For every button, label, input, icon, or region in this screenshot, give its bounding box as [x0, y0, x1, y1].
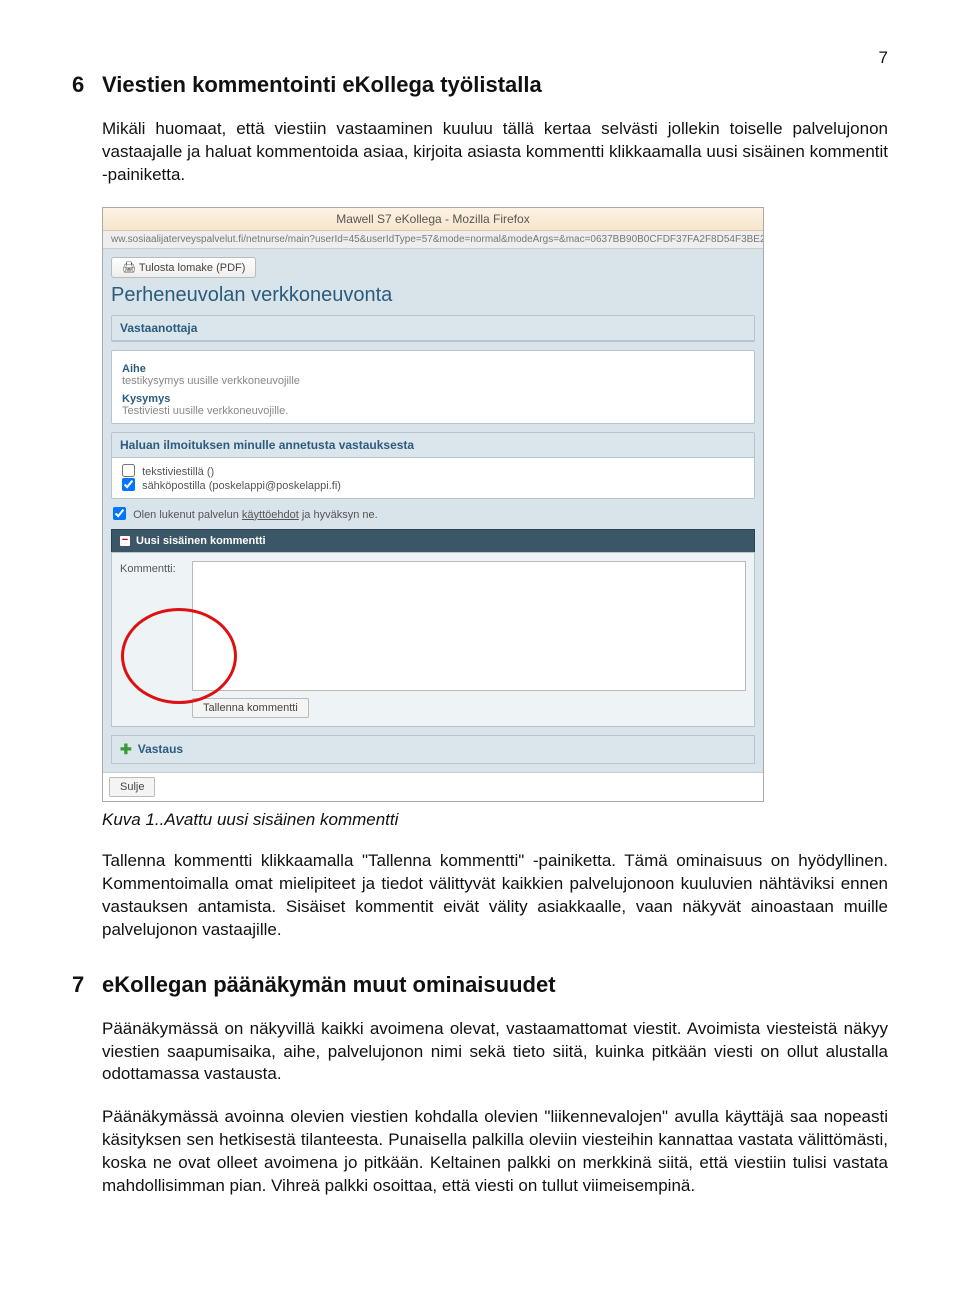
topic-label: Aihe	[122, 363, 744, 375]
section-6-paragraph-1: Mikäli huomaat, että viestiin vastaamine…	[102, 118, 888, 187]
internal-comment-header[interactable]: − Uusi sisäinen kommentti	[111, 529, 755, 552]
print-pdf-label: Tulosta lomake (PDF)	[139, 262, 246, 274]
screenshot: Mawell S7 eKollega - Mozilla Firefox ww.…	[102, 207, 764, 802]
topic-panel: Aihe testikysymys uusille verkkoneuvojil…	[111, 350, 755, 424]
section-6-paragraph-2: Tallenna kommentti klikkaamalla "Tallenn…	[102, 850, 888, 942]
notify-sms-row: tekstiviestillä ()	[122, 464, 744, 478]
notify-email-label: sähköpostilla (poskelappi@poskelappi.fi)	[142, 480, 341, 492]
section-7-paragraph-2: Päänäkymässä avoinna olevien viestien ko…	[102, 1106, 888, 1198]
section-7-number: 7	[72, 972, 102, 998]
terms-post: ja hyväksyn ne.	[299, 509, 378, 521]
terms-row: Olen lukenut palvelun käyttöehdot ja hyv…	[113, 507, 753, 521]
terms-pre: Olen lukenut palvelun	[133, 509, 242, 521]
section-7-paragraph-1: Päänäkymässä on näkyvillä kaikki avoimen…	[102, 1018, 888, 1087]
question-label: Kysymys	[122, 393, 744, 405]
print-pdf-button[interactable]: 🖨 Tulosta lomake (PDF)	[111, 257, 256, 278]
question-text: Testiviesti uusille verkkoneuvojille.	[122, 405, 744, 417]
section-6-number: 6	[72, 72, 102, 98]
topic-text: testikysymys uusille verkkoneuvojille	[122, 375, 744, 387]
url-bar: ww.sosiaalijaterveyspalvelut.fi/netnurse…	[103, 231, 763, 249]
notify-sms-label: tekstiviestillä ()	[142, 466, 214, 478]
save-comment-button[interactable]: Tallenna kommentti	[192, 698, 309, 718]
answer-header[interactable]: ✚ Vastaus	[111, 735, 755, 764]
print-icon: 🖨	[122, 262, 136, 274]
comment-box: Kommentti: Tallenna kommentti	[111, 552, 755, 727]
answer-title: Vastaus	[138, 742, 183, 756]
notify-header: Haluan ilmoituksen minulle annetusta vas…	[112, 433, 754, 458]
plus-icon: ✚	[120, 741, 132, 758]
section-7-title: eKollegan päänäkymän muut ominaisuudet	[102, 972, 556, 998]
notify-panel: Haluan ilmoituksen minulle annetusta vas…	[111, 432, 755, 499]
terms-link[interactable]: käyttöehdot	[242, 509, 299, 521]
page-number: 7	[72, 48, 888, 68]
section-6-heading: 6 Viestien kommentointi eKollega työlist…	[72, 72, 888, 98]
internal-comment-title: Uusi sisäinen kommentti	[136, 535, 266, 547]
comment-textarea[interactable]	[192, 561, 746, 691]
form-title: Perheneuvolan verkkoneuvonta	[111, 284, 755, 307]
notify-sms-checkbox[interactable]	[122, 464, 135, 477]
figure-caption: Kuva 1..Avattu uusi sisäinen kommentti	[102, 810, 888, 830]
window-title: Mawell S7 eKollega - Mozilla Firefox	[103, 208, 763, 231]
terms-checkbox[interactable]	[113, 507, 126, 520]
section-6-title: Viestien kommentointi eKollega työlistal…	[102, 72, 542, 98]
notify-email-checkbox[interactable]	[122, 478, 135, 491]
section-7-heading: 7 eKollegan päänäkymän muut ominaisuudet	[72, 972, 888, 998]
recipient-header[interactable]: Vastaanottaja	[112, 316, 754, 341]
recipient-panel: Vastaanottaja	[111, 315, 755, 342]
collapse-icon: −	[120, 536, 130, 546]
close-button[interactable]: Sulje	[109, 777, 155, 797]
comment-label: Kommentti:	[120, 561, 192, 575]
notify-email-row: sähköpostilla (poskelappi@poskelappi.fi)	[122, 478, 744, 492]
